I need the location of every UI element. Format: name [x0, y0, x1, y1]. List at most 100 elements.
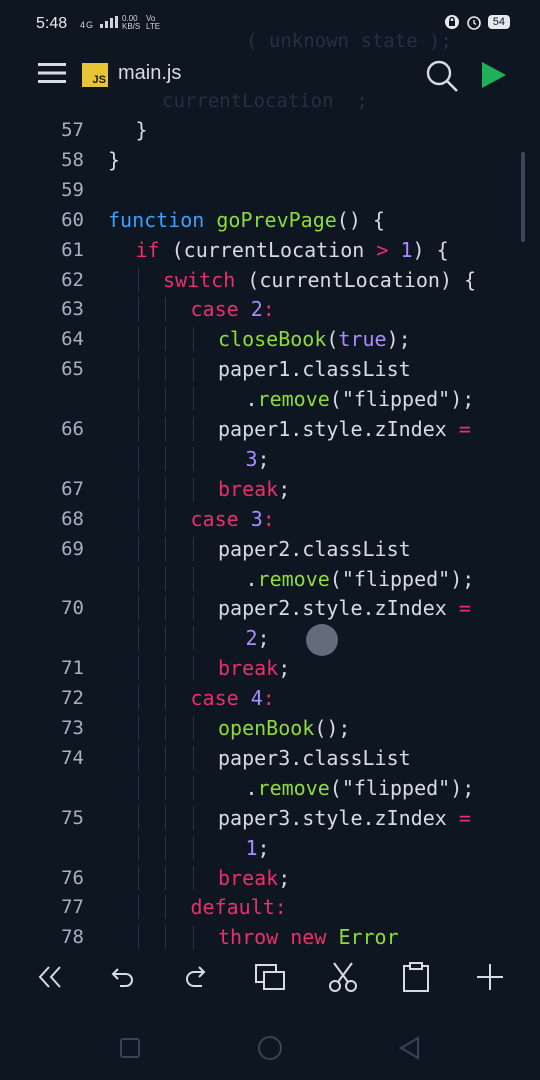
code-token: new [290, 925, 327, 950]
back-triangle-icon[interactable] [396, 1034, 424, 1062]
indent-guide [192, 596, 194, 621]
indent-guide [192, 387, 194, 412]
code-line[interactable]: 73 openBook(); [0, 713, 540, 743]
code-token: paper2.classList [218, 536, 411, 561]
indent-guide [192, 656, 194, 681]
code-token: remove [257, 566, 330, 591]
code-line[interactable]: 67 break; [0, 474, 540, 504]
code-token: . [245, 566, 258, 591]
indent-guide [137, 446, 139, 471]
indent-guide [165, 596, 166, 621]
code-line[interactable]: 62 switch (currentLocation) { [0, 265, 540, 295]
code-line[interactable]: 61 if (currentLocation > 1) { [0, 235, 540, 265]
status-icons: 54 [444, 14, 510, 30]
code-line[interactable]: 76 break; [0, 863, 540, 893]
code-line[interactable]: 2; [0, 623, 540, 653]
code-line[interactable]: 66 paper1.style.zIndex = [0, 414, 540, 444]
indent-guide [137, 357, 139, 382]
code-line[interactable]: 60 function goPrevPage() { [0, 205, 540, 235]
indent-guide [165, 835, 166, 860]
code-line[interactable]: .remove("flipped"); [0, 564, 540, 594]
line-number: 74 [61, 746, 84, 769]
code-line[interactable]: 1; [0, 833, 540, 863]
code-line[interactable]: 59 [0, 175, 540, 205]
code-text: } [108, 145, 120, 175]
undo-icon[interactable] [104, 952, 144, 1002]
indent-guide [137, 566, 139, 591]
code-line[interactable]: 64 closeBook(true); [0, 324, 540, 354]
line-number: 76 [61, 866, 84, 889]
code-token: () { [336, 207, 385, 232]
add-icon[interactable] [470, 952, 510, 1002]
code-line[interactable]: 75 paper3.style.zIndex = [0, 803, 540, 833]
line-number: 77 [61, 896, 84, 919]
indent-guide [192, 925, 194, 950]
cut-icon[interactable] [323, 952, 363, 1002]
code-token: (currentLocation) { [235, 267, 477, 292]
double-chevron-left-icon[interactable] [30, 952, 70, 1002]
indent-guide [165, 417, 166, 441]
code-line[interactable]: 77 default: [0, 892, 540, 922]
code-token: break [218, 865, 279, 890]
code-token: (currentLocation [159, 237, 377, 262]
code-line[interactable]: .remove("flipped"); [0, 384, 540, 414]
code-line[interactable]: 65 paper1.classList [0, 354, 540, 384]
code-line[interactable]: .remove("flipped"); [0, 773, 540, 803]
code-token: : [262, 686, 275, 711]
code-line[interactable]: 68 case 3: [0, 504, 540, 534]
indent-guide [192, 865, 194, 890]
code-text: paper2.style.zIndex = [218, 593, 471, 623]
line-number: 72 [61, 687, 84, 710]
code-editor[interactable]: 57} 58} 59 60 function goPrevPage() {61 if (c… [0, 115, 540, 950]
code-line[interactable]: 63 case 2: [0, 294, 540, 324]
code-token: = [458, 596, 471, 621]
indent-guide [137, 297, 139, 322]
line-number: 61 [61, 238, 84, 261]
code-text: default: [191, 892, 287, 922]
redo-icon[interactable] [176, 952, 216, 1002]
code-line[interactable]: 78 throw new Error [0, 922, 540, 950]
file-name[interactable]: main.js [118, 62, 181, 85]
touch-indicator [306, 624, 338, 656]
line-number: 60 [61, 208, 84, 231]
code-text: 1; [246, 833, 270, 863]
code-text: paper1.classList [218, 354, 411, 384]
search-icon[interactable] [424, 58, 460, 94]
indent-guide [137, 506, 139, 531]
code-token: paper3.classList [218, 745, 411, 770]
code-line[interactable]: 72 case 4: [0, 683, 540, 713]
copy-icon[interactable] [250, 952, 290, 1002]
network-speed: 0.00 KB/S [122, 15, 140, 31]
code-line[interactable]: 57} [0, 115, 540, 145]
editor-scrollbar[interactable] [521, 152, 525, 242]
indent-guide [165, 476, 166, 501]
code-text: break; [218, 863, 290, 893]
code-line[interactable]: 58} [0, 145, 540, 175]
hamburger-menu-icon[interactable] [38, 62, 66, 84]
home-circle-icon[interactable] [256, 1034, 284, 1062]
code-token: 1 [245, 835, 258, 860]
speed-unit: KB/S [122, 22, 141, 31]
line-number: 57 [61, 119, 84, 141]
code-line[interactable]: 70 paper2.style.zIndex = [0, 593, 540, 623]
paste-icon[interactable] [396, 952, 436, 1002]
code-line[interactable]: 69 paper2.classList [0, 534, 540, 564]
code-line[interactable]: 71 break; [0, 653, 540, 683]
edit-toolbar [0, 952, 540, 1002]
code-token: 2 [250, 297, 263, 322]
code-line[interactable]: 74 paper3.classList [0, 743, 540, 773]
recents-square-icon[interactable] [116, 1034, 144, 1062]
network-label: 4G [80, 20, 95, 30]
code-token: ; [278, 476, 291, 501]
line-number: 75 [61, 806, 84, 829]
code-text: break; [218, 653, 290, 683]
indent-guide [192, 835, 194, 860]
line-number: 64 [61, 328, 84, 351]
code-text: case 2: [191, 294, 275, 324]
indent-guide [137, 626, 139, 651]
code-token: > [376, 237, 389, 262]
code-line[interactable]: 3; [0, 444, 540, 474]
run-play-icon[interactable] [480, 60, 508, 90]
